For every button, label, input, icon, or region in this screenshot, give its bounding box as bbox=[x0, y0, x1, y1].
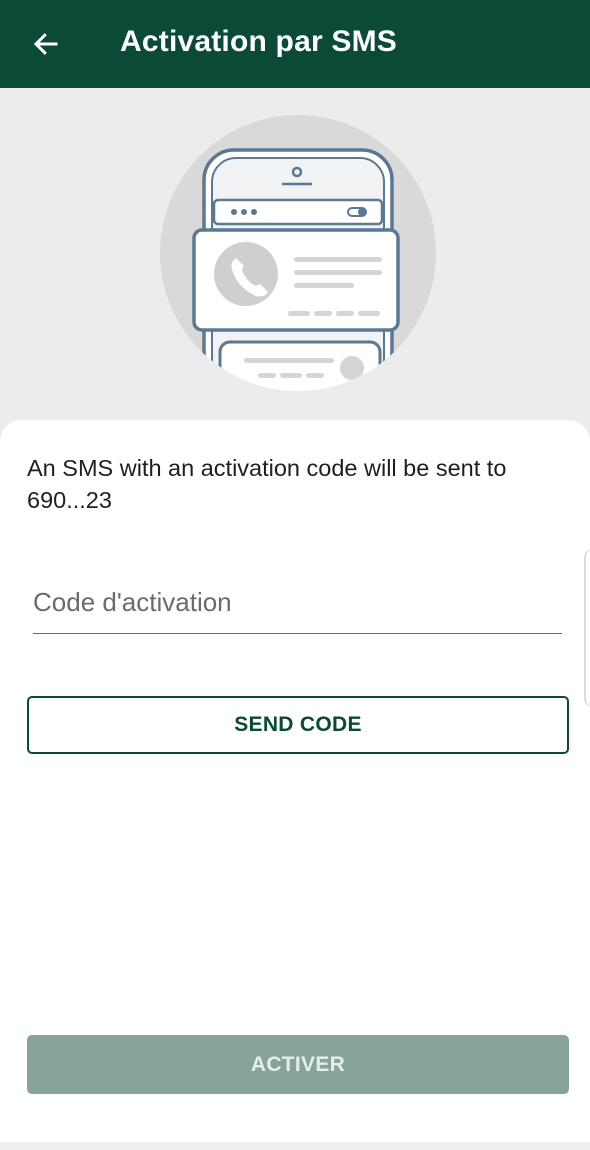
arrow-left-icon bbox=[33, 33, 58, 55]
send-code-button[interactable]: SEND CODE bbox=[27, 696, 569, 754]
bottom-divider bbox=[0, 1142, 590, 1150]
sms-info-text: An SMS with an activation code will be s… bbox=[27, 455, 507, 513]
activation-form-card: An SMS with an activation code will be s… bbox=[0, 420, 590, 1150]
activation-screen: Activation par SMS An SMS with an activa… bbox=[0, 0, 590, 1150]
page-title: Activation par SMS bbox=[120, 25, 397, 58]
app-bar: Activation par SMS bbox=[0, 0, 590, 88]
activate-button[interactable]: ACTIVER bbox=[27, 1035, 569, 1094]
back-button[interactable] bbox=[22, 20, 70, 68]
activation-code-input[interactable] bbox=[33, 582, 562, 634]
edge-panel-handle[interactable] bbox=[584, 548, 590, 708]
phone-sms-illustration bbox=[160, 115, 436, 391]
